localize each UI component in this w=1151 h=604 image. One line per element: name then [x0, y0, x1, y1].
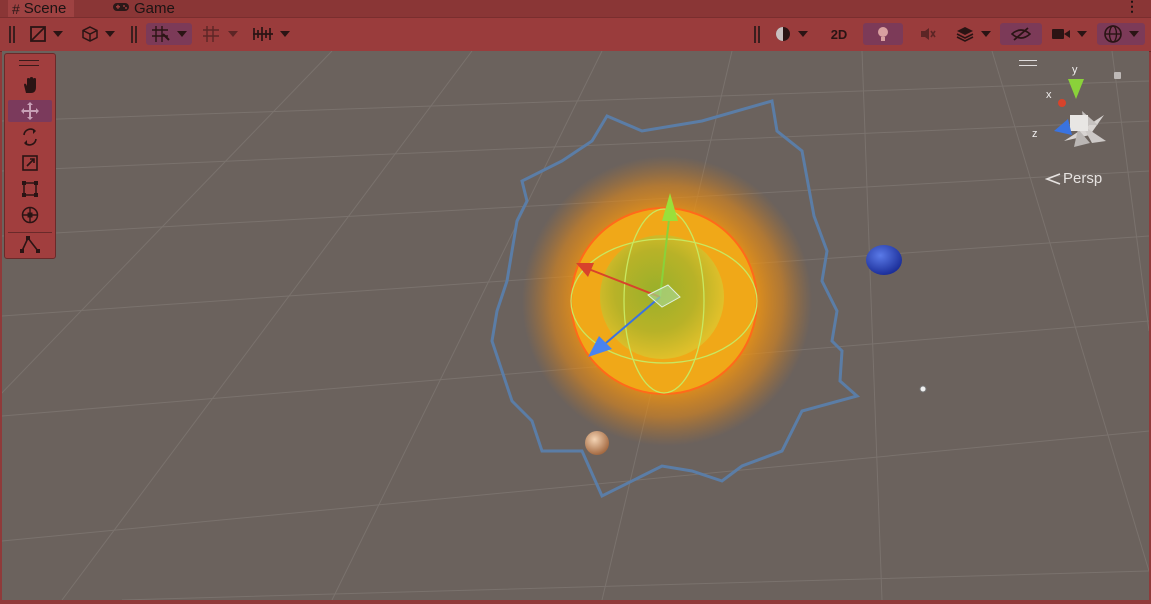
shaded-sphere-icon [776, 27, 790, 41]
custom-editor-tool[interactable] [8, 232, 52, 255]
toolbar-grip-right[interactable] [754, 26, 760, 43]
perspective-icon [1045, 172, 1061, 185]
grid-snap-toggle[interactable] [146, 23, 192, 45]
scene-grid [2, 51, 1149, 600]
camera-icon [1052, 29, 1070, 39]
audio-toggle[interactable] [910, 23, 946, 45]
move-tool[interactable] [8, 100, 52, 122]
hash-icon: # [12, 0, 20, 17]
draw-mode-dropdown[interactable] [24, 23, 68, 45]
scene-toolbar: 2D [0, 17, 1151, 52]
light-bulb-icon [878, 27, 888, 41]
rect-transform-icon [22, 181, 38, 197]
bezier-path-icon [20, 236, 40, 253]
tools-panel [4, 53, 56, 259]
effects-dropdown[interactable] [950, 23, 996, 45]
lock-icon[interactable] [1114, 72, 1121, 79]
tan-sphere [585, 431, 609, 455]
hand-icon [24, 77, 36, 93]
gizmo-z-label: z [1032, 128, 1038, 140]
shading-mode-dropdown[interactable] [76, 23, 120, 45]
more-options-icon[interactable]: ⋮ [1125, 0, 1139, 15]
projection-label: Persp [1063, 170, 1103, 187]
gizmo-menu-handle[interactable] [1019, 60, 1037, 66]
toolbar-grip-2[interactable] [131, 26, 137, 43]
gizmo-y-label: y [1072, 64, 1078, 76]
window-tab-bar: # Scene Game ⋮ [0, 0, 1151, 17]
render-mode-dropdown[interactable] [768, 23, 814, 45]
tools-panel-handle[interactable] [19, 60, 39, 66]
globe-icon [1104, 25, 1122, 43]
visibility-toggle[interactable] [248, 23, 294, 45]
increment-snap-icon [203, 26, 219, 42]
layers-icon [956, 27, 974, 42]
projection-toggle[interactable]: Persp [1045, 170, 1102, 187]
eye-hidden-icon [1011, 27, 1031, 41]
transform-tool[interactable] [8, 204, 52, 226]
grid-snap-icon [152, 26, 170, 42]
move-arrows-icon [21, 102, 39, 120]
cube-icon [82, 26, 98, 42]
mute-icon [921, 28, 936, 40]
increment-snap-dropdown[interactable] [198, 23, 242, 45]
audio-bars-icon [253, 27, 273, 41]
tab-scene[interactable]: # Scene [8, 0, 75, 17]
tab-game[interactable]: Game [106, 0, 181, 17]
scene-viewport[interactable]: y x z [2, 51, 1149, 600]
lighting-toggle[interactable] [863, 23, 903, 45]
rect-tool[interactable] [8, 178, 52, 200]
draw-mode-icon [30, 26, 46, 42]
camera-dropdown[interactable] [1046, 23, 1092, 45]
toggle-2d-button[interactable]: 2D [820, 23, 858, 45]
transform-icon [21, 206, 39, 224]
tab-game-label: Game [134, 0, 175, 17]
toolbar-grip-left[interactable] [9, 26, 15, 43]
gizmo-x-label: x [1046, 89, 1052, 101]
scene-visibility-toggle[interactable] [1000, 23, 1042, 45]
scale-icon [22, 155, 38, 171]
hand-tool[interactable] [8, 74, 52, 96]
tab-scene-label: Scene [23, 0, 67, 17]
rotate-icon [23, 128, 37, 146]
orientation-gizmo [1054, 79, 1106, 147]
scale-tool[interactable] [8, 152, 52, 174]
gizmos-dropdown[interactable] [1097, 23, 1145, 45]
gamepad-icon [112, 0, 130, 17]
light-point [919, 385, 927, 393]
rotate-tool[interactable] [8, 126, 52, 148]
blue-sphere [866, 245, 902, 275]
